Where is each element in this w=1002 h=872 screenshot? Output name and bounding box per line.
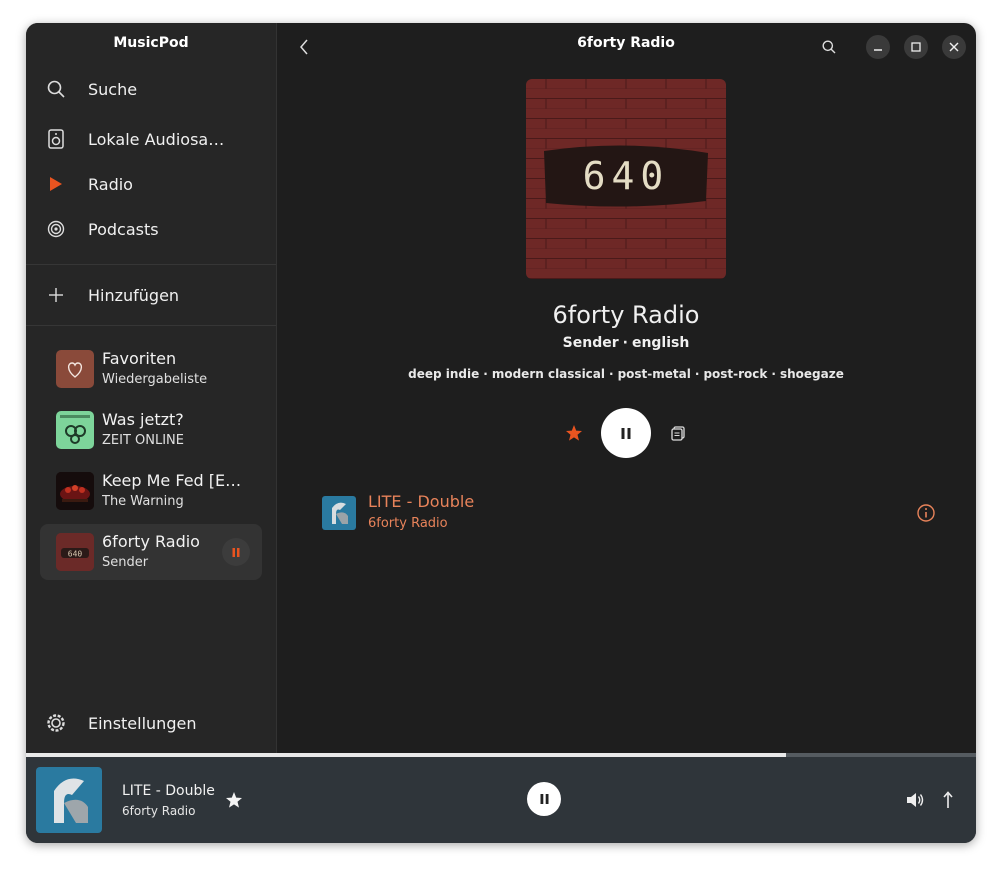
nav-label: Radio	[88, 174, 133, 194]
player-artwork	[36, 767, 102, 833]
plus-icon	[46, 285, 66, 305]
favorite-button[interactable]	[562, 421, 586, 445]
nav-label: Lokale Audiosammlung	[88, 129, 238, 149]
station-thumbnail: 640	[56, 533, 94, 571]
minimize-icon	[874, 49, 882, 51]
track-info-button[interactable]	[916, 503, 936, 527]
library-item-subtitle: The Warning	[102, 494, 184, 509]
pause-icon	[621, 427, 631, 439]
star-filled-icon	[566, 425, 582, 441]
library-item-keep-me-fed[interactable]: Keep Me Fed [Explicit] The Warning	[40, 463, 262, 519]
track-station: 6forty Radio	[368, 516, 448, 531]
nav-item-search[interactable]: Suche	[46, 72, 264, 106]
favorites-thumbnail	[56, 350, 94, 388]
library-item-subtitle: Sender	[102, 555, 149, 570]
add-label: Hinzufügen	[88, 285, 180, 305]
search-icon	[46, 79, 66, 99]
player-bar: LITE - Double 6forty Radio	[26, 757, 976, 843]
tag[interactable]: modern classical	[492, 367, 605, 381]
pause-icon	[540, 794, 548, 804]
library-item-was-jetzt[interactable]: Was jetzt? ZEIT ONLINE	[40, 402, 262, 458]
station-cover: 640	[526, 79, 726, 279]
library-item-title: Favoriten	[102, 349, 177, 368]
sidebar-divider	[26, 264, 276, 265]
volume-icon	[907, 793, 924, 807]
station-type: Sender	[562, 335, 619, 351]
app-window: MusicPod Suche Lokale Audiosammlung Radi…	[26, 23, 976, 843]
settings-label: Einstellungen	[88, 713, 197, 733]
sidebar: MusicPod Suche Lokale Audiosammlung Radi…	[26, 23, 277, 753]
album-cover-thumbnail	[56, 472, 94, 510]
copy-button[interactable]	[666, 421, 690, 445]
station-thumbnail-text: 640	[68, 550, 83, 559]
copy-icon	[671, 425, 685, 441]
sidebar-pause-button[interactable]	[222, 538, 250, 566]
pause-icon	[232, 547, 240, 557]
add-button[interactable]: Hinzufügen	[46, 278, 264, 312]
volume-button[interactable]	[903, 788, 927, 812]
cover-text: 640	[583, 154, 670, 198]
gear-icon	[46, 713, 66, 733]
settings-button[interactable]: Einstellungen	[46, 706, 264, 740]
station-language: english	[631, 335, 690, 351]
minimize-button[interactable]	[866, 35, 890, 59]
player-subtitle: 6forty Radio	[122, 804, 196, 818]
podcast-cover-thumbnail	[56, 411, 94, 449]
station-name: 6forty Radio	[552, 301, 700, 329]
radio-play-icon	[46, 174, 66, 194]
player-favorite-button[interactable]	[222, 788, 246, 812]
tag[interactable]: post-rock	[703, 367, 767, 381]
library-item-favorites[interactable]: Favoriten Wiedergabeliste	[40, 341, 262, 397]
search-icon	[822, 40, 836, 54]
tag[interactable]: shoegaze	[780, 367, 844, 381]
arrow-up-icon	[943, 791, 953, 808]
player-title: LITE - Double	[122, 783, 215, 799]
track-title: LITE - Double	[368, 492, 475, 511]
station-tags: deep indie · modern classical · post-metal · p…	[408, 367, 844, 381]
track-row[interactable]: LITE - Double 6forty Radio	[316, 491, 936, 535]
app-title: MusicPod	[113, 35, 189, 51]
nav-item-radio[interactable]: Radio	[46, 167, 264, 201]
library-item-title: 6forty Radio	[102, 532, 200, 551]
tag[interactable]: deep indie	[408, 367, 479, 381]
nav-label: Podcasts	[88, 219, 159, 239]
player-pause-button[interactable]	[527, 782, 561, 816]
heart-icon	[67, 362, 83, 378]
station-pause-button[interactable]	[601, 408, 651, 458]
info-icon	[917, 504, 935, 522]
sidebar-divider	[26, 325, 276, 326]
track-thumbnail	[322, 496, 356, 530]
nav-item-podcasts[interactable]: Podcasts	[46, 212, 264, 246]
close-icon	[949, 42, 959, 52]
nav-item-local-audio[interactable]: Lokale Audiosammlung	[46, 122, 264, 156]
library-item-subtitle: Wiedergabeliste	[102, 372, 208, 387]
star-icon	[226, 792, 242, 808]
library-item-subtitle: ZEIT ONLINE	[102, 433, 184, 448]
tag[interactable]: post-metal	[618, 367, 691, 381]
library-item-title: Was jetzt?	[102, 410, 184, 429]
search-button[interactable]	[817, 35, 841, 59]
local-audio-icon	[46, 129, 66, 149]
library-item-6forty-radio[interactable]: 640 6forty Radio Sender	[40, 524, 262, 580]
maximize-button[interactable]	[904, 35, 928, 59]
library-item-title: Keep Me Fed [Explicit]	[102, 471, 242, 490]
nav-label: Suche	[88, 79, 138, 99]
close-button[interactable]	[942, 35, 966, 59]
podcast-icon	[46, 219, 66, 239]
maximize-icon	[911, 42, 921, 52]
station-meta: Sender · english	[562, 335, 690, 351]
expand-player-button[interactable]	[936, 788, 960, 812]
